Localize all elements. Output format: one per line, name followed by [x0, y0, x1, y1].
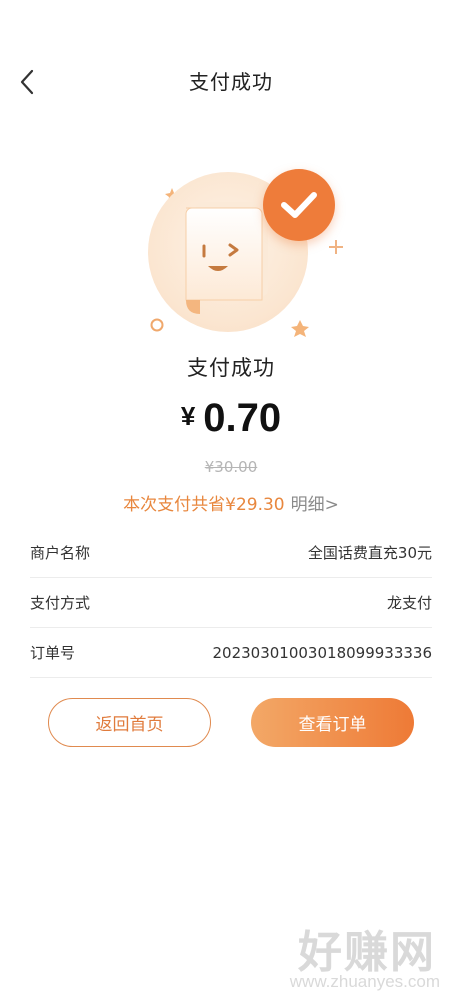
merchant-value: 全国话费直充30元 — [307, 544, 432, 562]
watermark-url: www.zhuanyes.com — [289, 972, 440, 991]
original-price: ¥30.00 — [204, 458, 258, 476]
payment-method-value: 龙支付 — [386, 594, 432, 612]
info-row-payment-method: 支付方式 龙支付 — [30, 578, 432, 628]
payment-success-page: 支付成功 支付成功 ¥ 0.70 ¥30.00 本次支付共省¥29.30 明细>… — [0, 0, 462, 1000]
payment-amount: ¥0.70 — [0, 396, 462, 441]
payment-method-label: 支付方式 — [30, 594, 91, 612]
currency-symbol: ¥ — [180, 401, 196, 431]
info-row-merchant: 商户名称 全国话费直充30元 — [30, 528, 432, 578]
amount-value: 0.70 — [203, 396, 282, 440]
page-title: 支付成功 — [189, 70, 273, 94]
return-home-button[interactable]: 返回首页 — [48, 698, 211, 747]
savings-text: 本次支付共省¥29.30 — [123, 495, 285, 515]
detail-link[interactable]: 明细> — [291, 495, 339, 515]
watermark-logo: 好赚网 — [298, 927, 436, 978]
view-order-button[interactable]: 查看订单 — [251, 698, 414, 747]
merchant-label: 商户名称 — [30, 544, 91, 562]
order-number-label: 订单号 — [30, 644, 76, 662]
success-status: 支付成功 — [187, 356, 275, 380]
success-illustration — [140, 150, 350, 350]
success-check-badge — [263, 169, 335, 241]
header: 支付成功 — [0, 0, 462, 160]
checkmark-icon — [281, 192, 317, 218]
order-number-value: 20230301003018099933336 — [212, 643, 433, 662]
savings-summary[interactable]: 本次支付共省¥29.30 明细> — [0, 490, 462, 515]
info-row-order-number: 订单号 20230301003018099933336 — [30, 628, 432, 678]
order-info: 商户名称 全国话费直充30元 支付方式 龙支付 订单号 202303010030… — [30, 528, 432, 678]
watermark: 好赚网 www.zhuanyes.com — [246, 916, 446, 996]
